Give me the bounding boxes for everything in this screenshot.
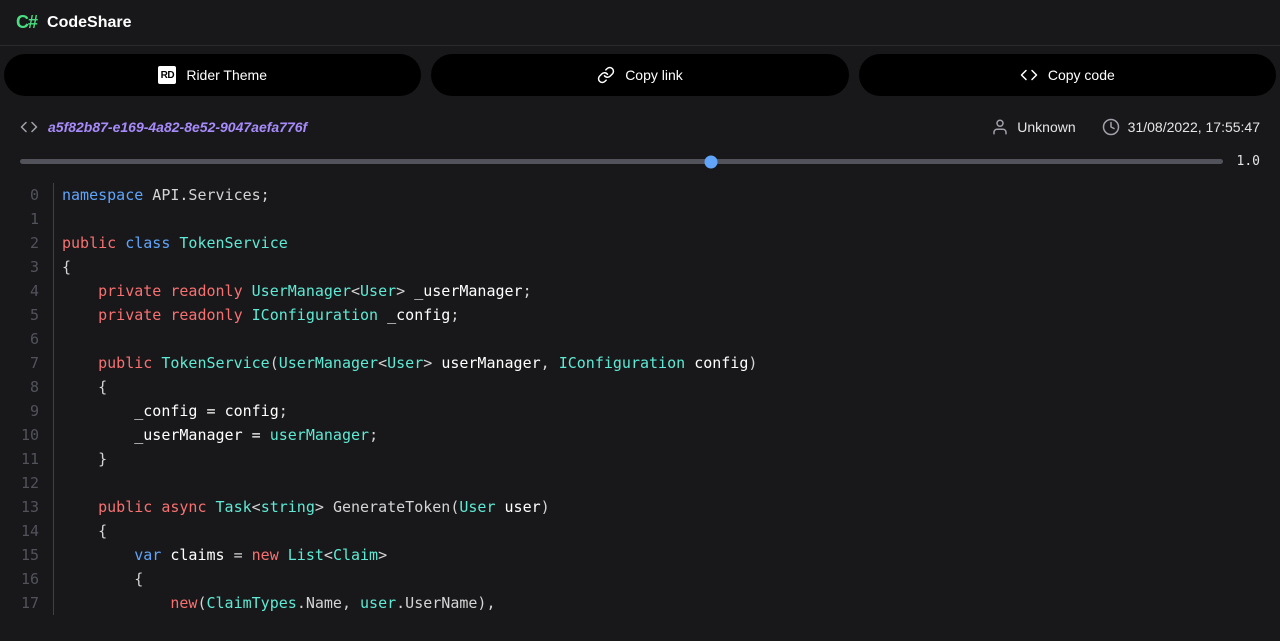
code-line: { xyxy=(62,375,1280,399)
clock-icon xyxy=(1102,118,1120,136)
code-line xyxy=(62,471,1280,495)
meta-bar: a5f82b87-e169-4a82-8e52-9047aefa776f Unk… xyxy=(0,104,1280,146)
line-number: 17 xyxy=(0,591,39,615)
timestamp-meta: 31/08/2022, 17:55:47 xyxy=(1102,118,1260,136)
code-line: { xyxy=(62,255,1280,279)
theme-button-label: Rider Theme xyxy=(186,67,267,83)
code-line: new(ClaimTypes.Name, user.UserName), xyxy=(62,591,1280,615)
copy-link-button[interactable]: Copy link xyxy=(431,54,848,96)
app-header: C# CodeShare xyxy=(0,0,1280,46)
code-line: _userManager = userManager; xyxy=(62,423,1280,447)
slider-value: 1.0 xyxy=(1237,154,1260,169)
code-line: } xyxy=(62,447,1280,471)
csharp-logo-icon: C# xyxy=(16,12,37,33)
line-number: 11 xyxy=(0,447,39,471)
code-line: public async Task<string> GenerateToken(… xyxy=(62,495,1280,519)
code-content[interactable]: namespace API.Services; public class Toke… xyxy=(62,183,1280,615)
code-line: public TokenService(UserManager<User> us… xyxy=(62,351,1280,375)
line-number: 0 xyxy=(0,183,39,207)
line-number: 10 xyxy=(0,423,39,447)
copy-link-label: Copy link xyxy=(625,67,683,83)
user-icon xyxy=(991,118,1009,136)
copy-code-button[interactable]: Copy code xyxy=(859,54,1276,96)
line-number: 2 xyxy=(0,231,39,255)
snippet-id: a5f82b87-e169-4a82-8e52-9047aefa776f xyxy=(48,119,307,135)
toolbar: RD Rider Theme Copy link Copy code xyxy=(0,46,1280,104)
line-number: 16 xyxy=(0,567,39,591)
line-number: 5 xyxy=(0,303,39,327)
author-label: Unknown xyxy=(1017,119,1075,135)
copy-code-label: Copy code xyxy=(1048,67,1115,83)
code-line xyxy=(62,207,1280,231)
version-slider[interactable] xyxy=(20,159,1223,164)
theme-button[interactable]: RD Rider Theme xyxy=(4,54,421,96)
slider-thumb[interactable] xyxy=(705,155,718,168)
line-number: 8 xyxy=(0,375,39,399)
line-number: 3 xyxy=(0,255,39,279)
line-number: 15 xyxy=(0,543,39,567)
app-title: CodeShare xyxy=(47,14,131,32)
line-number: 12 xyxy=(0,471,39,495)
author-meta: Unknown xyxy=(991,118,1075,136)
version-slider-row: 1.0 xyxy=(0,146,1280,183)
code-icon xyxy=(1020,66,1038,84)
code-line: namespace API.Services; xyxy=(62,183,1280,207)
line-gutter: 01234567891011121314151617 xyxy=(0,183,54,615)
line-number: 14 xyxy=(0,519,39,543)
line-number: 1 xyxy=(0,207,39,231)
line-number: 13 xyxy=(0,495,39,519)
code-line: { xyxy=(62,519,1280,543)
rider-icon: RD xyxy=(158,66,176,84)
link-icon xyxy=(597,66,615,84)
code-line: var claims = new List<Claim> xyxy=(62,543,1280,567)
code-line xyxy=(62,327,1280,351)
line-number: 4 xyxy=(0,279,39,303)
line-number: 6 xyxy=(0,327,39,351)
code-editor: 01234567891011121314151617 namespace API… xyxy=(0,183,1280,615)
line-number: 9 xyxy=(0,399,39,423)
line-number: 7 xyxy=(0,351,39,375)
code-line: { xyxy=(62,567,1280,591)
code-line: public class TokenService xyxy=(62,231,1280,255)
code-brackets-icon xyxy=(20,118,38,136)
code-line: private readonly IConfiguration _config; xyxy=(62,303,1280,327)
timestamp-label: 31/08/2022, 17:55:47 xyxy=(1128,119,1260,135)
code-line: _config = config; xyxy=(62,399,1280,423)
code-line: private readonly UserManager<User> _user… xyxy=(62,279,1280,303)
